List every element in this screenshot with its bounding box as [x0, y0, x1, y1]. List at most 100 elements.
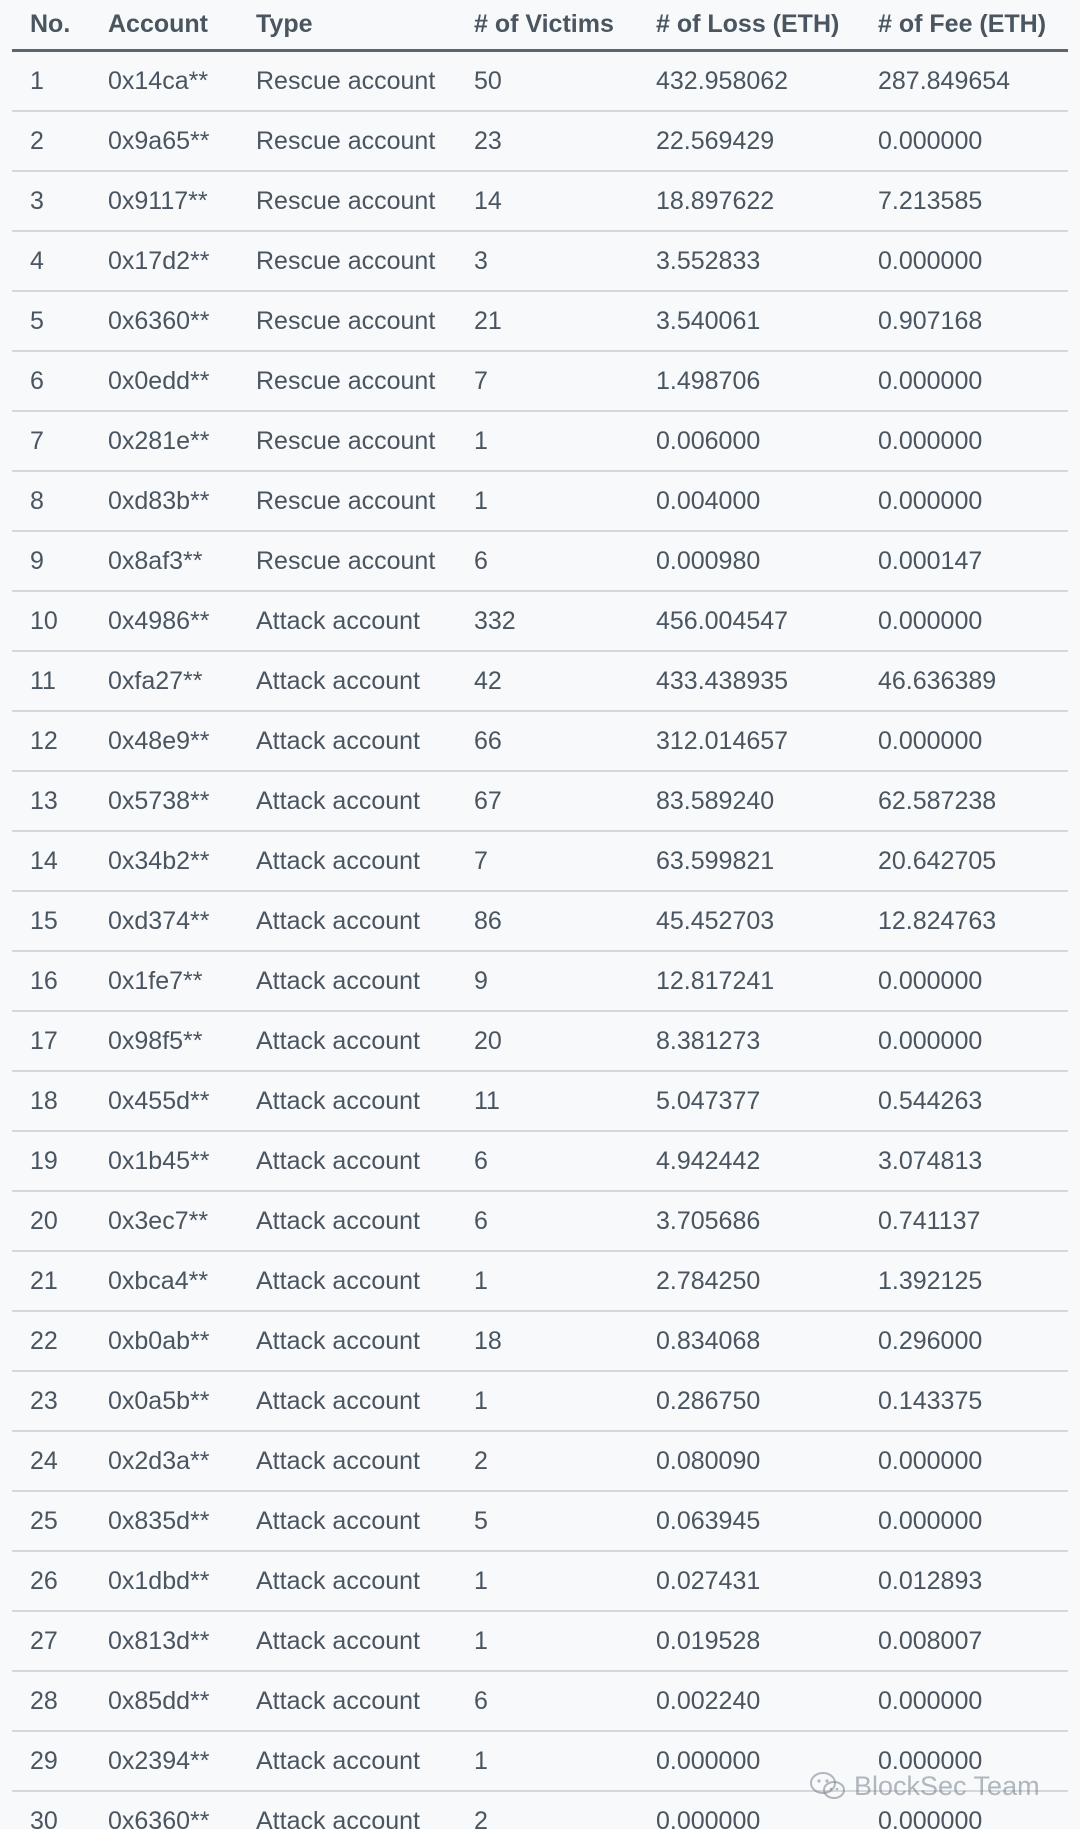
table-row: 21 0xbca4** Attack account 1 2.784250 1.39212…	[12, 1251, 1068, 1312]
cell-no: 3	[12, 171, 90, 232]
cell-fee: 0.000000	[860, 1671, 1068, 1732]
cell-fee: 0.000000	[860, 411, 1068, 472]
cell-victims: 1	[456, 1611, 638, 1672]
table-row: 7 0x281e** Rescue account 1 0.006000 0.000000	[12, 411, 1068, 472]
cell-type: Attack account	[238, 1431, 456, 1492]
cell-type: Attack account	[238, 651, 456, 712]
cell-fee: 0.907168	[860, 291, 1068, 352]
cell-account: 0xfa27**	[90, 651, 238, 712]
cell-fee: 0.000000	[860, 471, 1068, 532]
header-victims: # of Victims	[456, 0, 638, 52]
table-row: 16 0x1fe7** Attack account 9 12.817241 0.0000…	[12, 951, 1068, 1012]
cell-victims: 1	[456, 1551, 638, 1612]
cell-account: 0x455d**	[90, 1071, 238, 1132]
cell-victims: 9	[456, 951, 638, 1012]
cell-account: 0x48e9**	[90, 711, 238, 772]
cell-victims: 1	[456, 411, 638, 472]
cell-fee: 0.000000	[860, 351, 1068, 412]
cell-loss: 5.047377	[638, 1071, 860, 1132]
table-row: 13 0x5738** Attack account 67 83.589240 62.58…	[12, 771, 1068, 832]
table-row: 12 0x48e9** Attack account 66 312.014657 0.00…	[12, 711, 1068, 772]
cell-account: 0x5738**	[90, 771, 238, 832]
cell-no: 29	[12, 1731, 90, 1792]
cell-loss: 22.569429	[638, 111, 860, 172]
cell-account: 0x4986**	[90, 591, 238, 652]
cell-no: 28	[12, 1671, 90, 1732]
table-row: 8 0xd83b** Rescue account 1 0.004000 0.000000	[12, 471, 1068, 532]
cell-victims: 66	[456, 711, 638, 772]
cell-type: Attack account	[238, 1071, 456, 1132]
cell-account: 0x85dd**	[90, 1671, 238, 1732]
cell-no: 1	[12, 50, 90, 112]
cell-no: 20	[12, 1191, 90, 1252]
cell-no: 12	[12, 711, 90, 772]
cell-no: 13	[12, 771, 90, 832]
cell-loss: 0.000980	[638, 531, 860, 592]
cell-fee: 0.000000	[860, 951, 1068, 1012]
cell-fee: 7.213585	[860, 171, 1068, 232]
cell-fee: 0.000000	[860, 1431, 1068, 1492]
cell-account: 0x281e**	[90, 411, 238, 472]
cell-victims: 11	[456, 1071, 638, 1132]
cell-fee: 0.012893	[860, 1551, 1068, 1612]
table-row: 10 0x4986** Attack account 332 456.004547 0.0…	[12, 591, 1068, 652]
cell-loss: 0.004000	[638, 471, 860, 532]
cell-loss: 4.942442	[638, 1131, 860, 1192]
cell-loss: 45.452703	[638, 891, 860, 952]
cell-account: 0xd374**	[90, 891, 238, 952]
cell-account: 0x3ec7**	[90, 1191, 238, 1252]
cell-victims: 1	[456, 1251, 638, 1312]
cell-no: 25	[12, 1491, 90, 1552]
cell-account: 0x17d2**	[90, 231, 238, 292]
cell-type: Attack account	[238, 1011, 456, 1072]
cell-loss: 0.027431	[638, 1551, 860, 1612]
cell-type: Attack account	[238, 1611, 456, 1672]
cell-account: 0x6360**	[108, 1806, 210, 1829]
cell-account: 0x813d**	[90, 1611, 238, 1672]
cell-type: Attack account	[238, 1251, 456, 1312]
cell-victims: 42	[456, 651, 638, 712]
cell-victims: 6	[456, 1671, 638, 1732]
table-row: 2 0x9a65** Rescue account 23 22.569429 0.0000…	[12, 111, 1068, 172]
cell-no: 8	[12, 471, 90, 532]
table-row: 23 0x0a5b** Attack account 1 0.286750 0.14337…	[12, 1371, 1068, 1432]
cell-type: Attack account	[238, 1731, 456, 1792]
cell-type: Attack account	[238, 1191, 456, 1252]
cell-no: 5	[12, 291, 90, 352]
cell-no: 4	[12, 231, 90, 292]
cell-type: Rescue account	[238, 111, 456, 172]
cell-loss: 0.834068	[638, 1311, 860, 1372]
cell-victims: 7	[456, 831, 638, 892]
cell-loss: 1.498706	[638, 351, 860, 412]
cell-no: 2	[12, 111, 90, 172]
cell-victims: 50	[456, 50, 638, 112]
cell-no: 30	[30, 1806, 58, 1829]
cell-loss: 0.006000	[638, 411, 860, 472]
table-row: 6 0x0edd** Rescue account 7 1.498706 0.000000	[12, 351, 1068, 412]
cell-account: 0x1fe7**	[90, 951, 238, 1012]
cell-loss: 0.063945	[638, 1491, 860, 1552]
header-loss: # of Loss (ETH)	[638, 0, 860, 52]
cell-type: Attack account	[238, 771, 456, 832]
cell-type: Attack account	[238, 591, 456, 652]
header-fee: # of Fee (ETH)	[860, 0, 1068, 52]
cell-no: 14	[12, 831, 90, 892]
table-row: 15 0xd374** Attack account 86 45.452703 12.82…	[12, 891, 1068, 952]
cell-no: 16	[12, 951, 90, 1012]
cell-loss: 432.958062	[638, 50, 860, 112]
header-no: No.	[12, 0, 90, 52]
cell-no: 24	[12, 1431, 90, 1492]
cell-no: 23	[12, 1371, 90, 1432]
cell-loss: 3.552833	[638, 231, 860, 292]
table-body: 1 0x14ca** Rescue account 50 432.958062 287.8…	[12, 50, 1068, 1829]
table-row: 11 0xfa27** Attack account 42 433.438935 46.6…	[12, 651, 1068, 712]
table-row: 22 0xb0ab** Attack account 18 0.834068 0.2960…	[12, 1311, 1068, 1372]
cell-loss: 18.897622	[638, 171, 860, 232]
cell-fee: 46.636389	[860, 651, 1068, 712]
cell-type: Rescue account	[238, 351, 456, 412]
cell-victims: 3	[456, 231, 638, 292]
cell-no: 19	[12, 1131, 90, 1192]
cell-loss: 3.540061	[638, 291, 860, 352]
cell-type: Attack account	[238, 1491, 456, 1552]
table-row: 25 0x835d** Attack account 5 0.063945 0.00000…	[12, 1491, 1068, 1552]
